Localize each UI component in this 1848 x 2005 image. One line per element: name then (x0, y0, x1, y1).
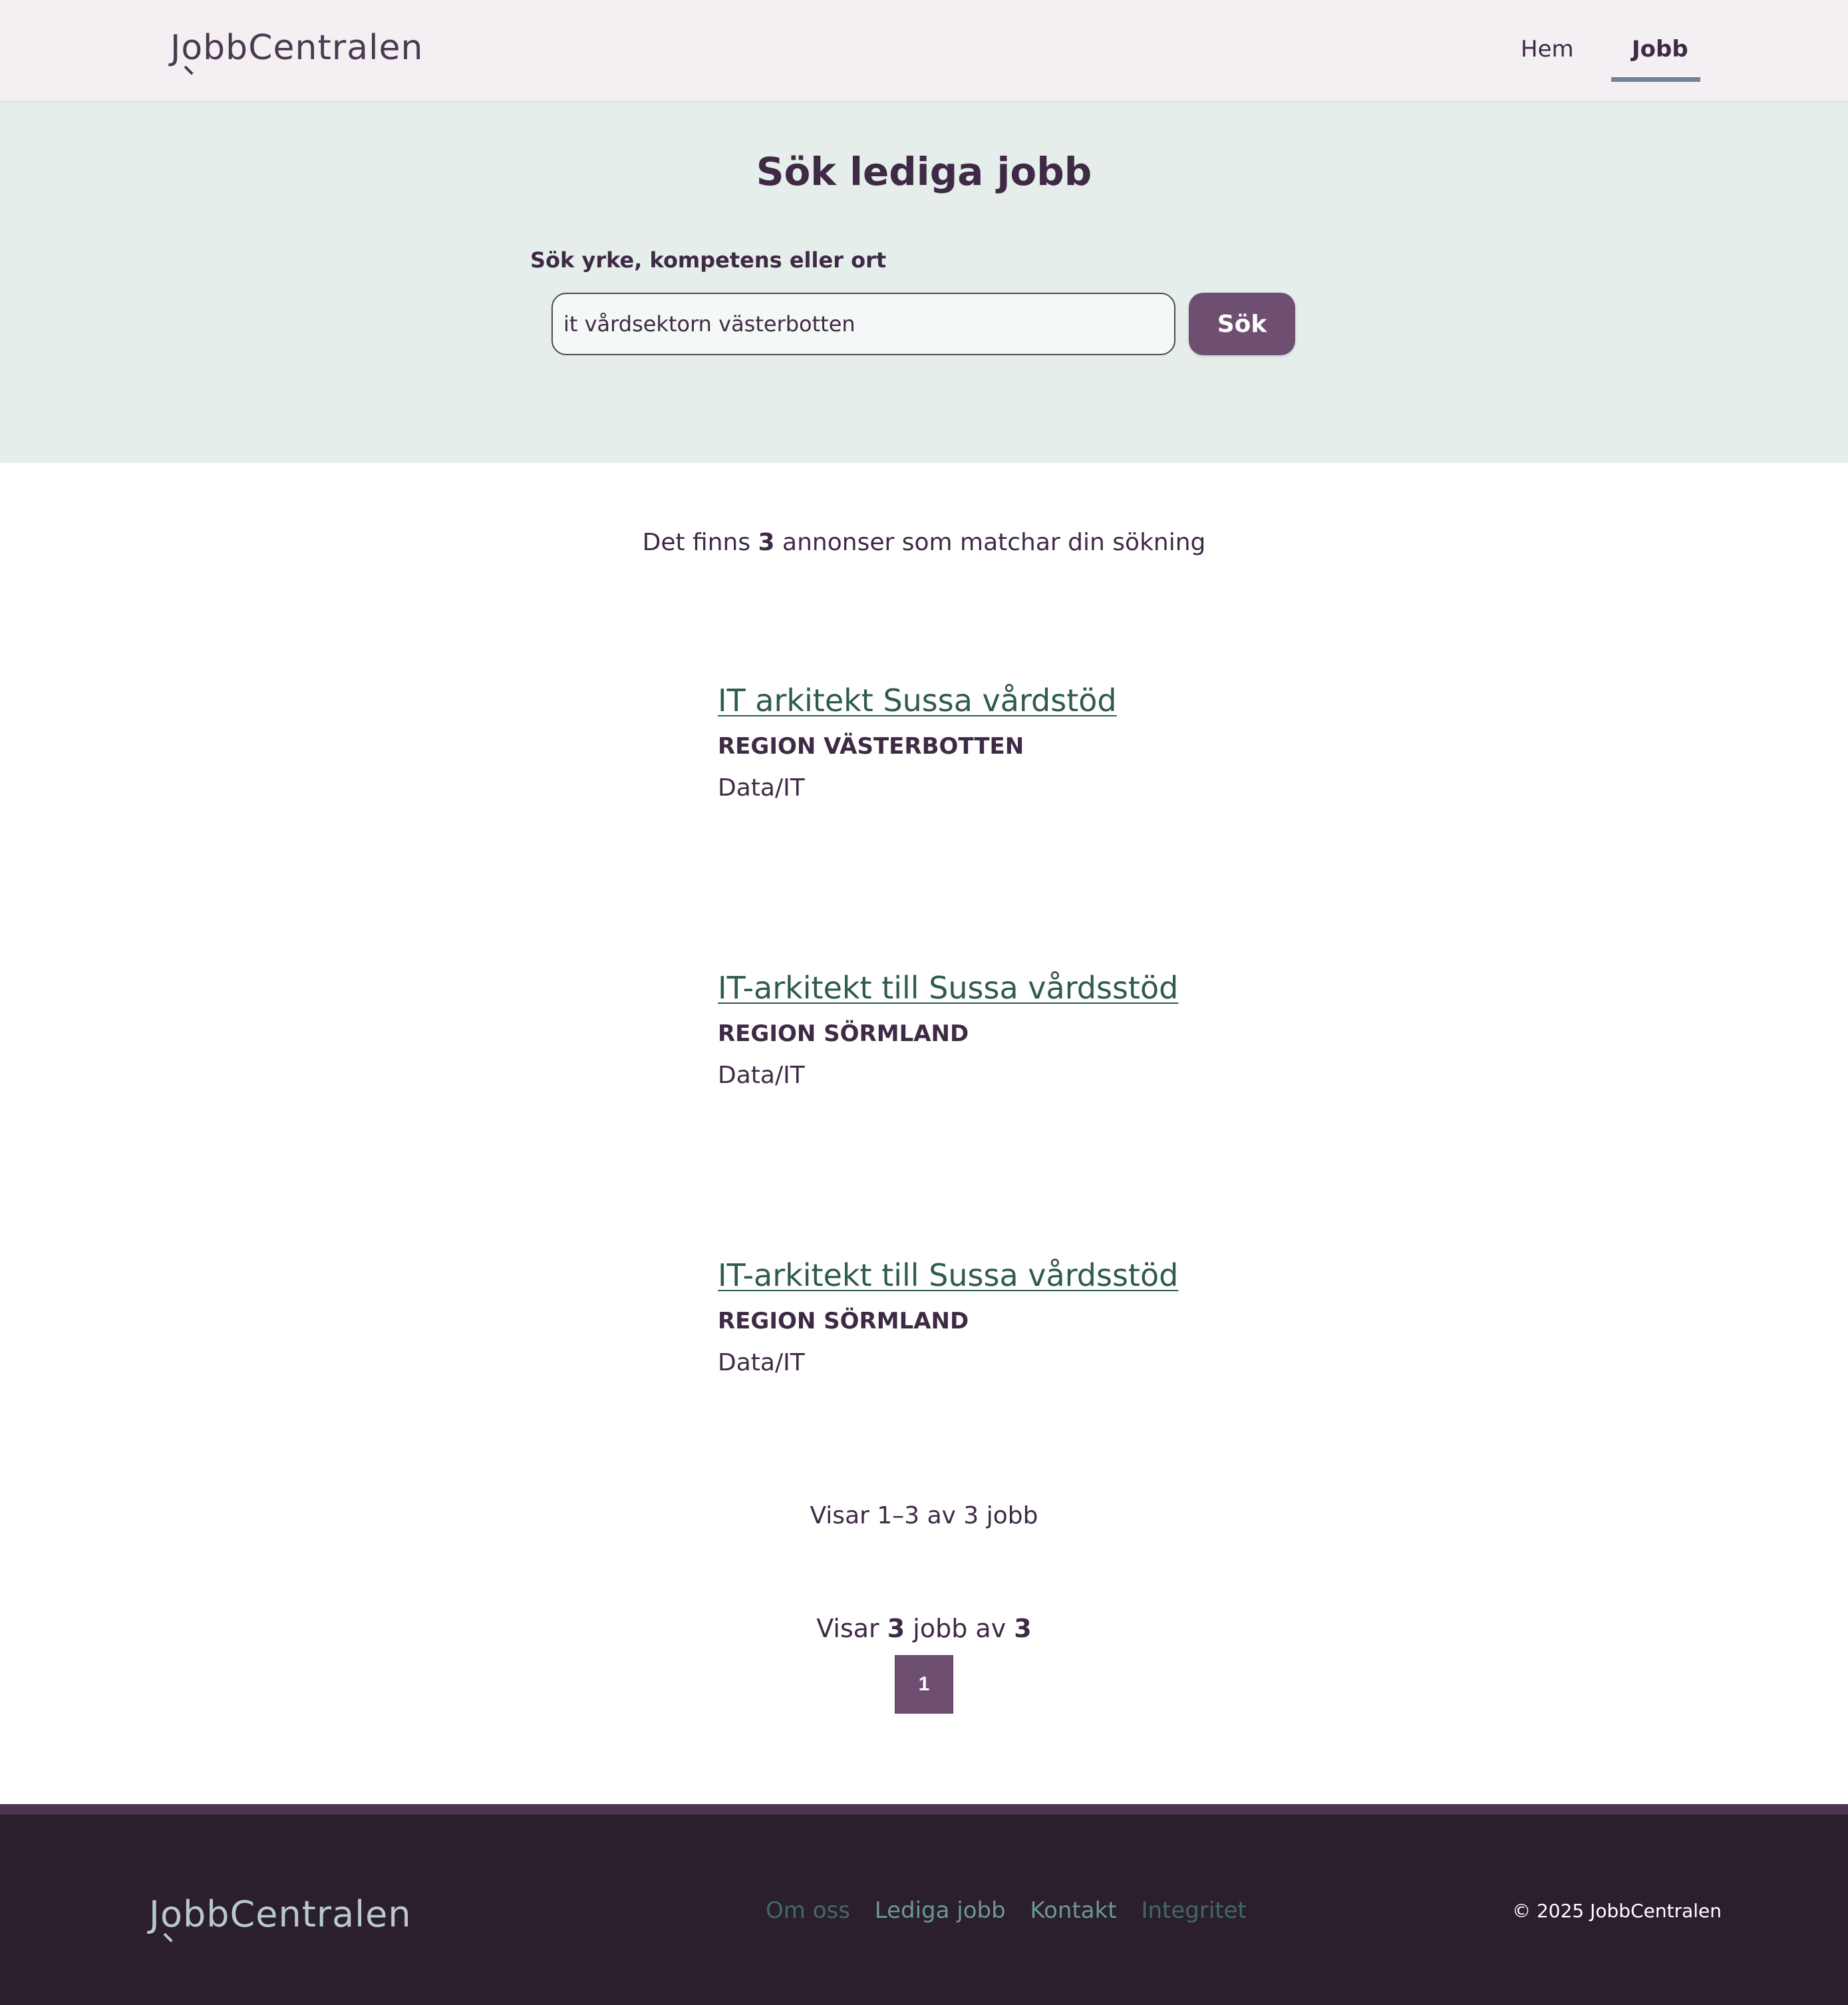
search-button[interactable]: Sök (1189, 293, 1295, 355)
footer-logo[interactable]: Jo bbCentralen (149, 1893, 412, 1942)
site-logo[interactable]: Jo bbCentralen (170, 28, 424, 75)
nav-link-home[interactable]: Hem (1521, 36, 1574, 63)
footer-link-jobs[interactable]: Lediga jobb (875, 1897, 1006, 1924)
job-listing: IT-arkitekt till Sussa vårdsstöd REGION … (718, 1257, 1516, 1376)
nav-link-jobs[interactable]: Jobb (1632, 36, 1688, 63)
job-title-link[interactable]: IT arkitekt Sussa vårdstöd (718, 683, 1516, 718)
job-listing: IT arkitekt Sussa vårdstöd REGION VÄSTER… (718, 683, 1516, 802)
search-hero: Sök lediga jobb Sök yrke, kompetens elle… (0, 102, 1848, 463)
job-employer: REGION VÄSTERBOTTEN (718, 733, 1024, 760)
page-title: Sök lediga jobb (756, 149, 1092, 194)
site-header: Jo bbCentralen Hem Jobb (0, 0, 1848, 102)
job-category: Data/IT (718, 1349, 805, 1376)
showing-total: 3 (1014, 1614, 1032, 1643)
result-count-number: 3 (758, 529, 775, 556)
logo-magnifier-icon: o (181, 28, 204, 75)
job-employer: REGION SÖRMLAND (718, 1308, 969, 1334)
job-listing: IT-arkitekt till Sussa vårdsstöd REGION … (718, 970, 1516, 1089)
search-label: Sök yrke, kompetens eller ort (530, 247, 887, 273)
job-category: Data/IT (718, 774, 805, 802)
nav-active-indicator (1611, 77, 1700, 82)
logo-magnifier-icon: o (160, 1893, 183, 1942)
result-count: Det finns 3 annonser som matchar din sök… (0, 529, 1848, 556)
page-button-current[interactable]: 1 (895, 1655, 953, 1714)
search-input[interactable] (551, 293, 1175, 355)
logo-text-prefix: J (170, 28, 182, 68)
footer-link-contact[interactable]: Kontakt (1030, 1897, 1116, 1924)
showing-shown: 3 (887, 1614, 905, 1643)
job-title-link[interactable]: IT-arkitekt till Sussa vårdsstöd (718, 970, 1516, 1006)
logo-text-o: o (160, 1893, 183, 1935)
result-count-suffix: annonser som matchar din sökning (774, 529, 1206, 556)
showing-prefix: Visar (816, 1614, 887, 1643)
logo-text-suffix: bbCentralen (203, 28, 424, 68)
logo-text-o: o (181, 28, 204, 68)
logo-text-suffix: bbCentralen (182, 1893, 412, 1935)
showing-middle: jobb av (905, 1614, 1014, 1643)
job-title-link[interactable]: IT-arkitekt till Sussa vårdsstöd (718, 1257, 1516, 1293)
site-footer: Jo bbCentralen Om oss Lediga jobb Kontakt… (0, 1815, 1848, 2005)
footer-link-privacy[interactable]: Integritet (1141, 1897, 1246, 1924)
footer-divider (0, 1804, 1848, 1815)
job-employer: REGION SÖRMLAND (718, 1020, 969, 1047)
logo-text-prefix: J (149, 1893, 160, 1935)
result-count-prefix: Det finns (642, 529, 758, 556)
footer-nav: Om oss Lediga jobb Kontakt Integritet (766, 1897, 1264, 1924)
showing-range-text: Visar 1–3 av 3 jobb (810, 1502, 1038, 1529)
job-category: Data/IT (718, 1062, 805, 1089)
copyright-text: © 2025 JobbCentralen (1512, 1900, 1722, 1922)
showing-count-text: Visar 3 jobb av 3 (0, 1614, 1848, 1643)
footer-link-about[interactable]: Om oss (766, 1897, 850, 1924)
